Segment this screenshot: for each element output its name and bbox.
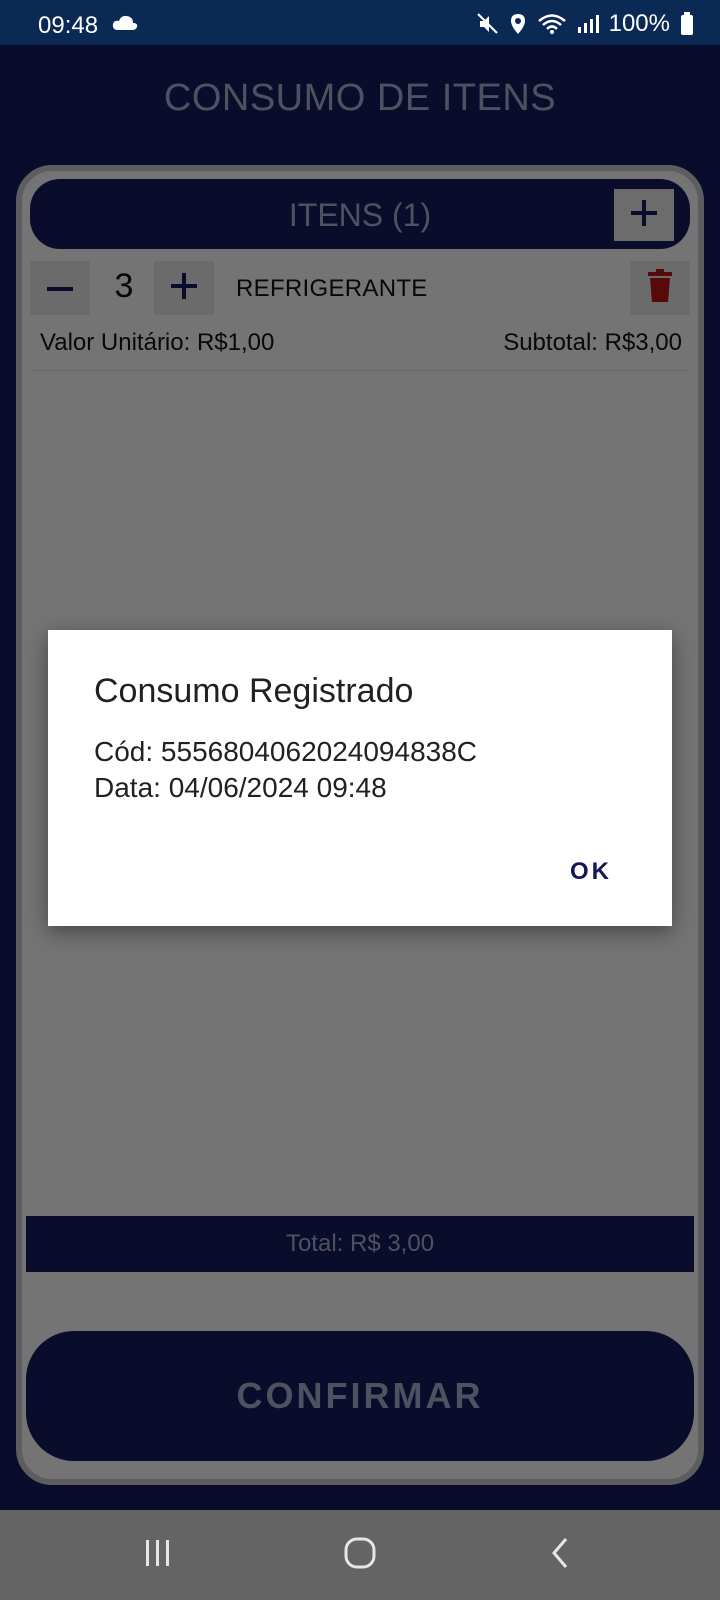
battery-level: 100% xyxy=(608,10,670,37)
dialog-title: Consumo Registrado xyxy=(94,672,414,710)
dialog-ok-button[interactable]: OK xyxy=(570,858,612,886)
navigation-bar xyxy=(0,1510,720,1600)
home-button[interactable] xyxy=(330,1532,390,1578)
cloud-icon xyxy=(112,15,138,36)
recents-button[interactable] xyxy=(128,1532,188,1578)
dialog-code: Cód: 5556804062024094838C xyxy=(94,736,478,767)
dialog-date: Data: 04/06/2024 09:48 xyxy=(94,772,387,803)
mute-icon xyxy=(476,13,499,35)
status-icons: 100% xyxy=(476,10,694,38)
status-bar: 09:48 100% xyxy=(0,0,720,45)
back-button[interactable] xyxy=(530,1532,590,1578)
recents-icon xyxy=(143,1539,173,1572)
status-time: 09:48 xyxy=(38,12,99,39)
battery-icon xyxy=(680,12,694,36)
consumption-dialog: Consumo Registrado Cód: 5556804062024094… xyxy=(48,630,672,926)
back-icon xyxy=(550,1537,570,1574)
signal-icon xyxy=(577,14,599,34)
home-icon xyxy=(344,1537,376,1574)
location-icon xyxy=(509,13,527,35)
wifi-icon xyxy=(537,13,567,35)
